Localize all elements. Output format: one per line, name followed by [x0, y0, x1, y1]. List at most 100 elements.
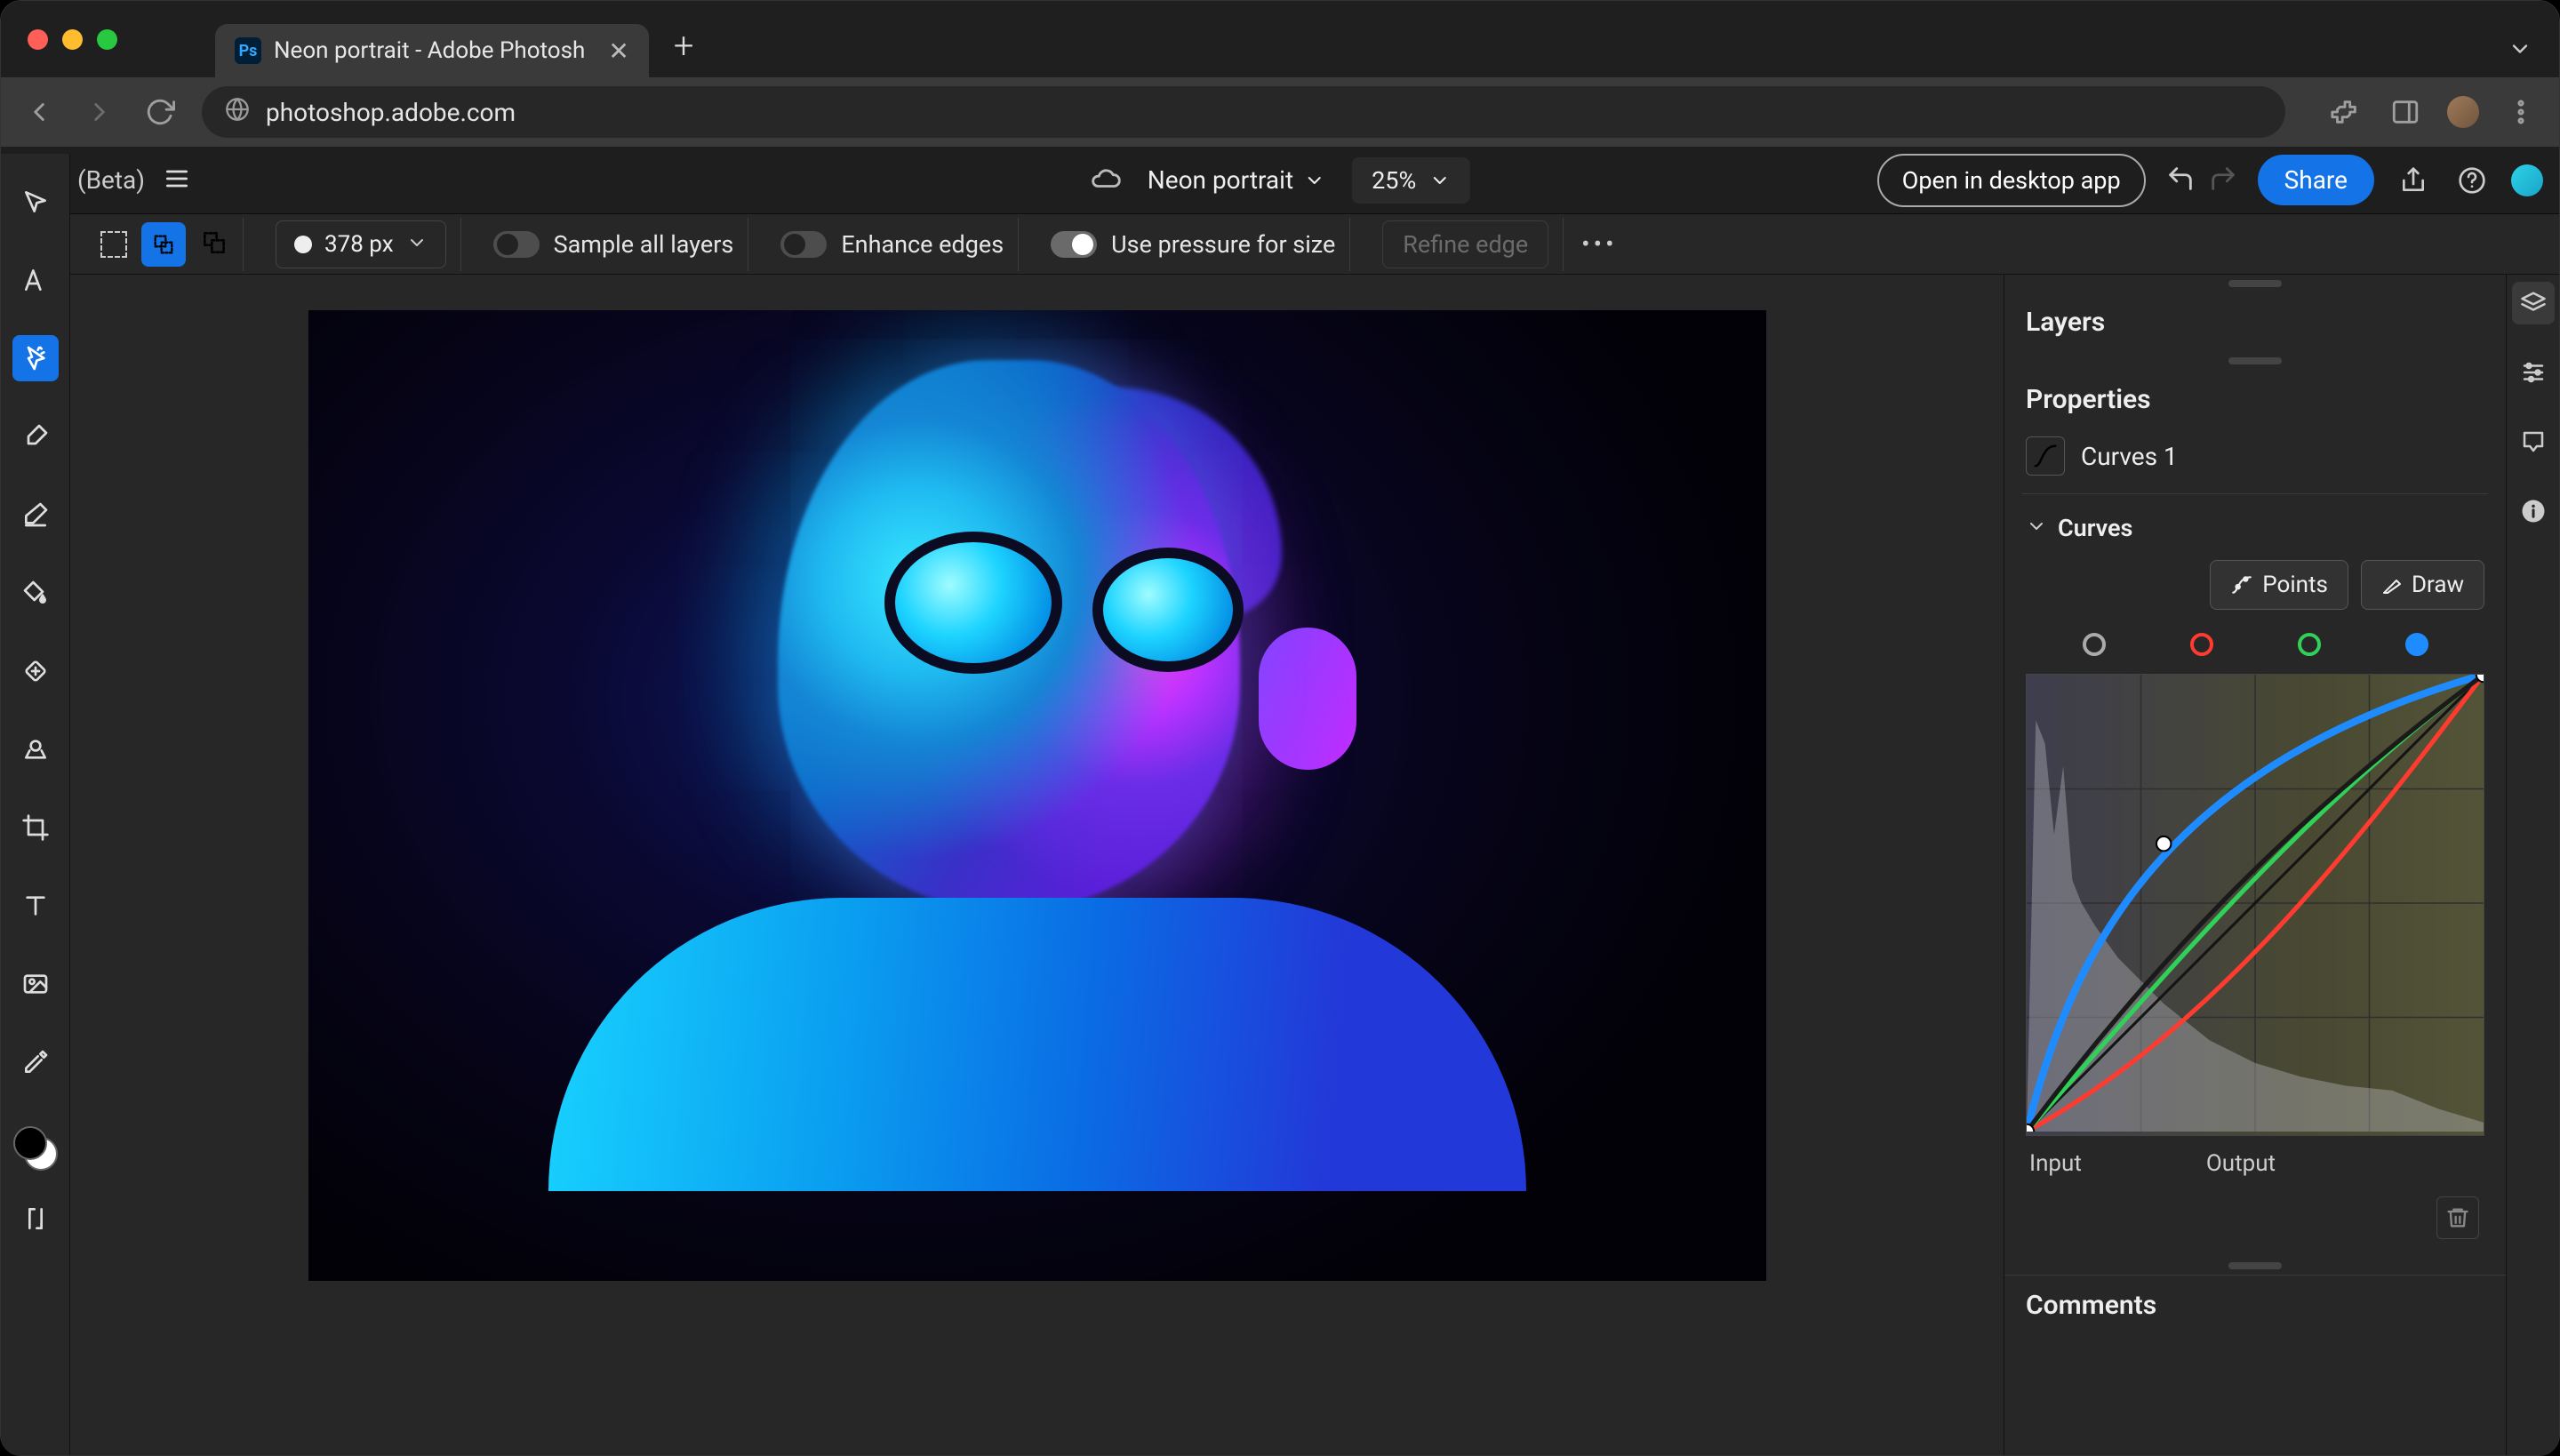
foreground-background-colors[interactable]: [13, 1126, 58, 1171]
help-icon[interactable]: [2452, 166, 2492, 195]
adjustments-rail-icon[interactable]: [2512, 351, 2555, 394]
channel-green-button[interactable]: [2298, 633, 2321, 656]
back-button[interactable]: [20, 93, 58, 131]
eyedropper-tool[interactable]: [12, 1039, 59, 1085]
brush-size-dropdown[interactable]: 378 px: [276, 220, 446, 268]
eraser-tool[interactable]: [12, 492, 59, 538]
open-in-desktop-button[interactable]: Open in desktop app: [1877, 154, 2146, 207]
header-right: Open in desktop app Share: [1877, 154, 2543, 207]
chevron-down-icon: [2026, 516, 2047, 540]
sidepanel-icon[interactable]: [2387, 93, 2424, 131]
minimize-window-button[interactable]: [62, 29, 83, 50]
enhance-edges-label: Enhance edges: [841, 230, 1004, 259]
panel-drag-handle[interactable]: [2228, 1262, 2282, 1269]
info-rail-icon[interactable]: [2512, 490, 2555, 532]
foreground-color-swatch[interactable]: [13, 1126, 47, 1160]
tabs-dropdown-icon[interactable]: [2508, 36, 2532, 65]
address-bar[interactable]: photoshop.adobe.com: [202, 86, 2285, 138]
forward-button[interactable]: [81, 93, 118, 131]
beta-label: (Beta): [77, 165, 145, 195]
user-avatar[interactable]: [2511, 164, 2543, 196]
zoom-value-label: 25%: [1372, 166, 1416, 195]
panel-drag-handle[interactable]: [2228, 357, 2282, 364]
type-tool[interactable]: [12, 883, 59, 929]
new-tab-button[interactable]: +: [674, 25, 694, 67]
delete-point-button[interactable]: [2436, 1196, 2479, 1239]
more-options-icon[interactable]: •••: [1581, 229, 1617, 259]
curves-adjustment-icon: [2026, 436, 2065, 476]
export-icon[interactable]: [2394, 166, 2433, 195]
share-button[interactable]: Share: [2258, 155, 2374, 205]
curves-io-labels: Input Output: [2004, 1140, 2506, 1188]
use-pressure-toggle[interactable]: [1051, 231, 1097, 258]
selected-layer-row[interactable]: Curves 1: [2004, 429, 2506, 483]
properties-panel-title: Properties: [2004, 370, 2506, 429]
place-image-tool[interactable]: [12, 961, 59, 1007]
site-info-icon[interactable]: [225, 97, 250, 128]
zoom-dropdown[interactable]: 25%: [1352, 157, 1469, 204]
main-area: Layers Properties Curves 1 Curves Points…: [1, 275, 2559, 1456]
browser-tab[interactable]: Ps Neon portrait - Adobe Photosh ✕: [215, 24, 649, 77]
selection-add-icon[interactable]: [141, 222, 186, 267]
close-tab-icon[interactable]: ✕: [608, 36, 628, 66]
selection-new-icon[interactable]: [100, 231, 127, 258]
clone-stamp-tool[interactable]: [12, 726, 59, 772]
chevron-down-icon: [406, 232, 428, 257]
refine-edge-button: Refine edge: [1382, 220, 1548, 268]
move-tool[interactable]: [12, 179, 59, 225]
layers-panel-title[interactable]: Layers: [2004, 292, 2506, 352]
fill-tool[interactable]: [12, 570, 59, 616]
curves-points-button[interactable]: Points: [2210, 560, 2348, 610]
sample-all-layers-label: Sample all layers: [554, 230, 734, 259]
browser-profile-avatar[interactable]: [2447, 96, 2479, 128]
enhance-edges-toggle[interactable]: [780, 231, 827, 258]
fullscreen-window-button[interactable]: [97, 29, 117, 50]
spot-heal-tool[interactable]: [12, 648, 59, 694]
channel-red-button[interactable]: [2190, 633, 2213, 656]
input-label: Input: [2029, 1150, 2082, 1177]
comments-panel[interactable]: Comments: [2004, 1275, 2506, 1335]
redo-button[interactable]: [2208, 164, 2238, 197]
curves-draw-button[interactable]: Draw: [2361, 560, 2484, 610]
curves-graph[interactable]: [2026, 674, 2484, 1136]
curves-section-label: Curves: [2058, 514, 2132, 542]
canvas-area[interactable]: [70, 275, 2004, 1456]
cloud-status-icon[interactable]: [1091, 164, 1121, 197]
hamburger-menu-icon[interactable]: [163, 164, 191, 196]
draw-label: Draw: [2412, 572, 2464, 598]
layers-rail-icon[interactable]: [2512, 282, 2555, 324]
undo-button[interactable]: [2165, 164, 2196, 197]
document-name-dropdown[interactable]: Neon portrait: [1148, 165, 1325, 195]
output-label: Output: [2206, 1150, 2276, 1177]
brush-tool[interactable]: [12, 413, 59, 460]
channel-blue-button[interactable]: [2405, 633, 2428, 656]
browser-tab-title: Neon portrait - Adobe Photosh: [274, 37, 585, 64]
browser-menu-icon[interactable]: [2502, 93, 2540, 131]
reload-button[interactable]: [141, 93, 179, 131]
quick-selection-tool[interactable]: [12, 335, 59, 381]
swap-colors-icon[interactable]: [12, 1196, 59, 1242]
extensions-icon[interactable]: [2326, 93, 2364, 131]
window-controls: [1, 29, 144, 50]
comments-rail-icon[interactable]: [2512, 420, 2555, 463]
sample-all-layers-toggle[interactable]: [493, 231, 540, 258]
brush-preview-dot: [294, 236, 312, 253]
brush-size-value: 378 px: [324, 231, 394, 258]
tool-options-bar: 378 px Sample all layers Enhance edges U…: [70, 214, 2559, 275]
channel-rgb-button[interactable]: [2083, 633, 2106, 656]
channel-selector: [2004, 619, 2506, 670]
app-window: Ps Neon portrait - Adobe Photosh ✕ + pho…: [0, 0, 2560, 1456]
document-canvas[interactable]: [308, 310, 1766, 1281]
crop-tool[interactable]: [12, 804, 59, 851]
transform-tool[interactable]: [12, 257, 59, 303]
curves-section-toggle[interactable]: Curves: [2004, 505, 2506, 551]
use-pressure-label: Use pressure for size: [1111, 230, 1335, 259]
photoshop-favicon: Ps: [235, 37, 261, 64]
right-panels: Layers Properties Curves 1 Curves Points…: [2004, 275, 2506, 1456]
panel-drag-handle[interactable]: [2228, 280, 2282, 287]
right-mini-rail: [2506, 275, 2559, 1456]
close-window-button[interactable]: [28, 29, 48, 50]
left-toolbar: [1, 154, 70, 1455]
document-name-label: Neon portrait: [1148, 165, 1293, 195]
selection-subtract-icon[interactable]: [200, 228, 228, 260]
